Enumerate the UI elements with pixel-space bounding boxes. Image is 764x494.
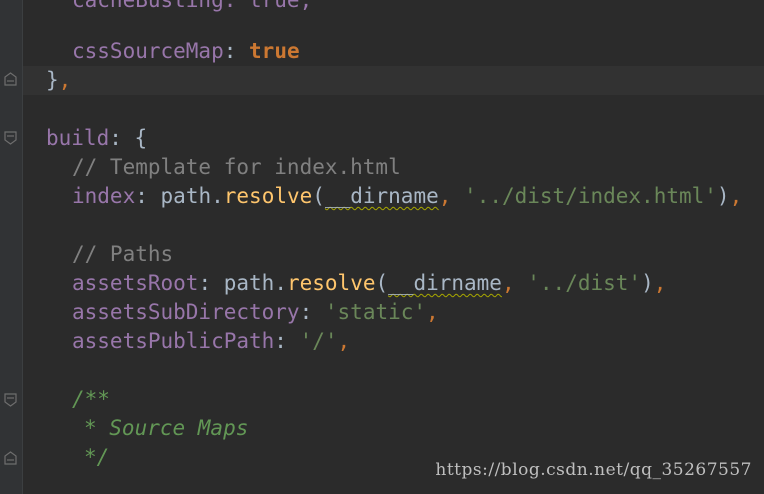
code-line-text: */ bbox=[84, 443, 109, 472]
code-line[interactable]: assetsPublicPath: '/', bbox=[23, 327, 764, 356]
code-line-text: * Source Maps bbox=[84, 414, 248, 443]
brace: } bbox=[46, 68, 59, 92]
fold-start-icon[interactable] bbox=[4, 131, 17, 145]
brace: { bbox=[134, 126, 148, 150]
property-key: index bbox=[72, 184, 136, 208]
code-line-text: cacheBusting: true, bbox=[72, 0, 312, 15]
property-key: build bbox=[46, 126, 110, 150]
code-editor[interactable]: cacheBusting: true, cssSourceMap: true }… bbox=[0, 0, 764, 494]
string-literal: '../dist/index.html' bbox=[464, 184, 717, 208]
comma: , bbox=[653, 271, 667, 295]
colon: : bbox=[299, 300, 313, 324]
colon: : bbox=[135, 184, 148, 208]
comma: , bbox=[426, 300, 439, 324]
code-line-text: // Template for index.html bbox=[72, 153, 401, 182]
code-area[interactable]: cacheBusting: true, cssSourceMap: true }… bbox=[23, 0, 764, 494]
comma: , bbox=[337, 329, 351, 353]
paren: ( bbox=[312, 184, 325, 208]
fold-end-icon[interactable] bbox=[4, 72, 17, 86]
colon: : bbox=[274, 329, 287, 353]
line-comment: // Paths bbox=[72, 242, 174, 266]
fold-end-icon[interactable] bbox=[4, 451, 17, 465]
colon: : bbox=[223, 39, 237, 63]
code-line-text: assetsPublicPath: '/', bbox=[72, 327, 350, 356]
code-line[interactable]: build: { bbox=[23, 124, 764, 153]
colon: : bbox=[198, 271, 212, 295]
code-line[interactable]: index: path.resolve(__dirname, '../dist/… bbox=[23, 182, 764, 211]
doc-comment: * Source Maps bbox=[84, 416, 249, 440]
property-key: cacheBusting: true, bbox=[72, 0, 313, 12]
code-line[interactable]: // Template for index.html bbox=[23, 153, 764, 182]
identifier-warning: __dirname bbox=[324, 184, 439, 208]
dot: . bbox=[211, 184, 224, 208]
code-line[interactable]: cssSourceMap: true bbox=[23, 37, 764, 66]
code-line-text: /** bbox=[72, 385, 110, 414]
property-key: cssSourceMap bbox=[72, 39, 224, 63]
property-key: assetsSubDirectory bbox=[72, 300, 300, 324]
code-line-current[interactable]: }, bbox=[23, 66, 764, 95]
comma: , bbox=[501, 271, 515, 295]
code-line[interactable]: assetsSubDirectory: 'static', bbox=[23, 298, 764, 327]
code-line-text: index: path.resolve(__dirname, '../dist/… bbox=[72, 182, 742, 211]
paren: ( bbox=[375, 271, 389, 295]
paren: ) bbox=[641, 271, 654, 295]
identifier: path bbox=[160, 184, 212, 208]
function-name: resolve bbox=[286, 271, 376, 295]
string-literal: 'static' bbox=[324, 300, 427, 324]
code-line-text: build: { bbox=[46, 124, 147, 153]
code-line-text: // Paths bbox=[72, 240, 173, 269]
watermark: https://blog.csdn.net/qq_35267557 bbox=[435, 460, 752, 480]
colon: : bbox=[109, 126, 122, 150]
identifier: path bbox=[223, 271, 275, 295]
code-line[interactable]: // Paths bbox=[23, 240, 764, 269]
boolean-literal: true bbox=[249, 39, 300, 63]
doc-comment: /** bbox=[72, 387, 110, 411]
line-comment: // Template for index.html bbox=[72, 155, 401, 179]
comma: , bbox=[58, 68, 72, 92]
code-line-text: cssSourceMap: true bbox=[72, 37, 300, 66]
property-key: assetsRoot bbox=[72, 271, 199, 295]
string-literal: '../dist' bbox=[527, 271, 642, 295]
property-key: assetsPublicPath bbox=[72, 329, 275, 353]
paren: ) bbox=[716, 184, 730, 208]
code-line-text: assetsSubDirectory: 'static', bbox=[72, 298, 439, 327]
comma: , bbox=[438, 184, 452, 208]
comma: , bbox=[729, 184, 743, 208]
code-line[interactable]: * Source Maps bbox=[23, 414, 764, 443]
doc-comment: */ bbox=[84, 445, 110, 469]
code-line[interactable]: /** bbox=[23, 385, 764, 414]
code-line[interactable]: assetsRoot: path.resolve(__dirname, '../… bbox=[23, 269, 764, 298]
identifier-warning: __dirname bbox=[388, 271, 502, 295]
fold-start-icon[interactable] bbox=[4, 393, 17, 407]
code-line[interactable]: cacheBusting: true, bbox=[23, 0, 764, 15]
code-line-text: assetsRoot: path.resolve(__dirname, '../… bbox=[72, 269, 666, 298]
dot: . bbox=[274, 271, 287, 295]
string-literal: '/' bbox=[299, 329, 338, 353]
code-line-text: }, bbox=[46, 66, 71, 95]
function-name: resolve bbox=[223, 184, 313, 208]
editor-gutter bbox=[0, 0, 22, 494]
